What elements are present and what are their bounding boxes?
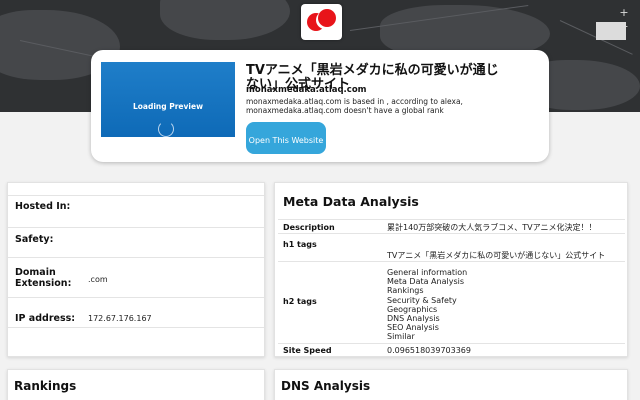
site-speed-label: Site Speed [283, 346, 332, 355]
h2-item: Meta Data Analysis [387, 277, 465, 287]
h1-label: h1 tags [283, 240, 317, 249]
meta-data-panel: Meta Data Analysis Description 累計140万部突破… [274, 182, 628, 357]
h1-value: TVアニメ「黒岩メダカに私の可愛いが通じない」公式サイト [387, 251, 606, 260]
site-logo[interactable] [301, 4, 342, 40]
meta-row-speed: Site Speed 0.096518039703369 [278, 343, 625, 357]
info-row-extension: Domain Extension: .com [8, 267, 264, 298]
dns-analysis-heading: DNS Analysis [281, 379, 371, 393]
map-overlay-box [596, 22, 626, 40]
info-row-hosted: Hosted In: [8, 201, 264, 228]
info-row-ip: IP address: 172.67.176.167 [8, 313, 264, 328]
meta-row-h2: h2 tags General information Meta Data An… [278, 261, 625, 343]
website-preview: Loading Preview [101, 62, 235, 137]
site-summary-card: Loading Preview TVアニメ「黒岩メダカに私の可愛いが通じない」公… [91, 50, 549, 162]
ip-address-value: 172.67.176.167 [88, 314, 152, 323]
h2-item: DNS Analysis [387, 314, 440, 324]
h2-list: General information Meta Data Analysis R… [387, 268, 622, 342]
h2-item: Similar [387, 332, 415, 342]
safety-label: Safety: [15, 234, 54, 245]
h2-item: Geographics [387, 304, 438, 314]
meta-row-h1: h1 tags TVアニメ「黒岩メダカに私の可愛いが通じない」公式サイト [278, 233, 625, 261]
site-description: monaxmedaka.atlaq.com is based in , acco… [246, 97, 463, 115]
h2-item: General information [387, 268, 468, 277]
site-info-panel: Hosted In: Safety: Domain Extension: .co… [7, 182, 265, 357]
site-domain: monaxmedaka.atlaq.com [246, 85, 367, 95]
meta-row-description: Description 累計140万部突破の大人気ラブコメ、TVアニメ化決定！！ [278, 219, 625, 233]
zoom-in-button[interactable]: + [616, 6, 632, 20]
divider [8, 195, 264, 196]
h2-item: SEO Analysis [387, 323, 439, 333]
info-row-safety: Safety: [8, 234, 264, 258]
rankings-panel: Rankings [7, 369, 265, 400]
loading-spinner-icon [158, 121, 174, 137]
hosted-in-label: Hosted In: [15, 201, 71, 212]
domain-extension-label: Domain Extension: [15, 267, 72, 289]
ip-address-label: IP address: [15, 313, 76, 324]
h2-label: h2 tags [283, 297, 317, 306]
h2-item: Security & Safety [387, 295, 457, 305]
meta-data-heading: Meta Data Analysis [283, 194, 419, 209]
description-value: 累計140万部突破の大人気ラブコメ、TVアニメ化決定！！ [387, 223, 597, 232]
open-website-button[interactable]: Open This Website [246, 122, 326, 154]
domain-extension-value: .com [88, 275, 108, 284]
logo-circle [318, 9, 336, 27]
h2-item: Rankings [387, 286, 424, 296]
site-speed-value: 0.096518039703369 [387, 346, 471, 355]
description-label: Description [283, 223, 335, 232]
rankings-heading: Rankings [14, 379, 77, 393]
map-land [160, 0, 290, 40]
preview-loading-text: Loading Preview [132, 102, 203, 111]
dns-analysis-panel: DNS Analysis [274, 369, 628, 400]
